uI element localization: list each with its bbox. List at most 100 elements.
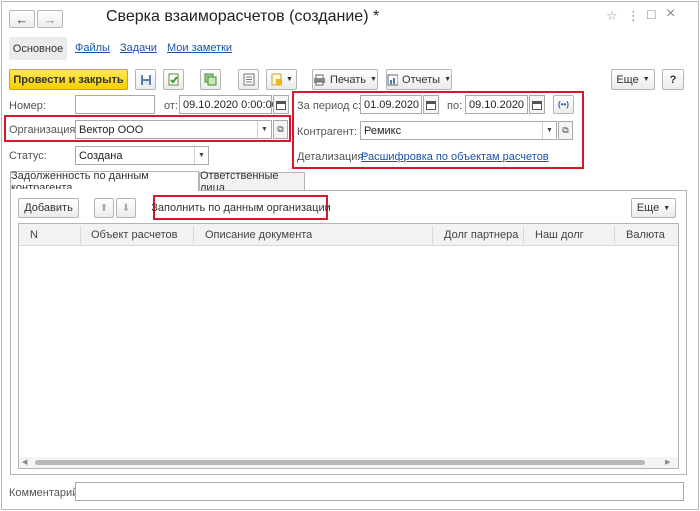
detail-label: Детализация:	[297, 151, 367, 163]
chevron-down-icon[interactable]: ▼	[542, 122, 556, 139]
number-field[interactable]	[75, 95, 155, 114]
arrow-left-icon: ←	[15, 11, 29, 27]
period-from-field[interactable]: 01.09.2020	[360, 95, 422, 114]
table-more-label: Еще	[636, 202, 660, 214]
add-button[interactable]: Добавить	[18, 198, 79, 218]
period-from-calendar-button[interactable]	[423, 95, 439, 114]
nav-tab-notes[interactable]: Мои заметки	[167, 42, 232, 54]
journal-button[interactable]	[238, 69, 259, 90]
scroll-left-icon[interactable]: ◀	[22, 458, 27, 466]
date-field[interactable]: 09.10.2020 0:00:00	[179, 95, 278, 114]
period-from-label: За период с:	[297, 100, 362, 112]
tab-responsible-persons[interactable]: Ответственные лица	[199, 170, 305, 194]
column-separator	[193, 226, 194, 244]
period-to-label: по:	[447, 100, 463, 112]
column-header-n[interactable]: N	[30, 224, 38, 246]
column-separator	[432, 226, 433, 244]
status-field[interactable]: Создана ▼	[75, 146, 209, 165]
journal-icon	[243, 73, 254, 86]
counterparty-value: Ремикс	[364, 124, 402, 137]
calendar-icon	[426, 100, 436, 110]
calendar-icon	[532, 100, 542, 110]
counterparty-field[interactable]: Ремикс ▼	[360, 121, 557, 140]
arrow-right-icon: →	[43, 11, 57, 27]
create-based-icon	[204, 73, 217, 86]
report-icon	[387, 74, 399, 85]
nav-tab-main[interactable]: Основное	[9, 37, 67, 60]
detail-link[interactable]: Расшифровка по объектам расчетов	[361, 151, 549, 163]
nav-tab-files[interactable]: Файлы	[75, 42, 110, 54]
more-dots-icon[interactable]: ⋮	[627, 8, 640, 24]
status-value: Создана	[79, 149, 123, 162]
calendar-icon	[276, 100, 286, 110]
column-separator	[80, 226, 81, 244]
maximize-icon[interactable]: □	[647, 6, 655, 22]
chevron-down-icon[interactable]: ▼	[194, 147, 208, 164]
chevron-down-icon: ▼	[663, 204, 671, 212]
date-label: от:	[164, 100, 178, 112]
chevron-down-icon: ▼	[370, 76, 377, 83]
calendar-button[interactable]	[273, 95, 289, 114]
page-title: Сверка взаиморасчетов (создание) *	[106, 8, 380, 25]
tab-join	[11, 189, 198, 192]
post-and-close-button[interactable]: Провести и закрыть	[9, 69, 128, 90]
period-select-button[interactable]: (••)	[553, 95, 574, 114]
attachments-dropdown-button[interactable]: ▼	[266, 69, 297, 90]
column-separator	[614, 226, 615, 244]
open-window-icon: ⧉	[277, 124, 284, 134]
column-header-partner-debt[interactable]: Долг партнера	[444, 224, 518, 246]
column-header-our-debt[interactable]: Наш долг	[535, 224, 584, 246]
comment-field[interactable]	[75, 482, 684, 501]
document-icon	[271, 73, 282, 86]
post-button[interactable]	[163, 69, 184, 90]
post-document-icon	[168, 73, 179, 86]
reports-label: Отчеты	[402, 73, 441, 86]
reports-button[interactable]: Отчеты ▼	[386, 69, 452, 90]
move-up-button[interactable]: ⬆	[94, 198, 114, 218]
forward-button[interactable]: →	[37, 10, 63, 28]
scroll-right-icon[interactable]: ▶	[665, 458, 670, 466]
create-based-on-button[interactable]	[200, 69, 221, 90]
open-window-icon: ⧉	[562, 125, 569, 135]
status-label: Статус:	[9, 150, 47, 162]
number-label: Номер:	[9, 100, 46, 112]
favorite-star-icon[interactable]: ☆	[606, 8, 618, 24]
organization-field[interactable]: Вектор ООО ▼	[75, 120, 272, 139]
help-icon: ?	[669, 73, 677, 86]
organization-value: Вектор ООО	[79, 123, 144, 136]
more-button[interactable]: Еще ▼	[611, 69, 655, 90]
open-counterparty-button[interactable]: ⧉	[558, 121, 573, 140]
close-icon[interactable]: ×	[666, 5, 675, 23]
column-header-description[interactable]: Описание документа	[205, 224, 312, 246]
chevron-down-icon: ▼	[444, 76, 451, 83]
print-button[interactable]: Печать ▼	[312, 69, 378, 90]
move-down-button[interactable]: ⬇	[116, 198, 136, 218]
arrow-up-icon: ⬆	[99, 202, 109, 214]
nav-tab-tasks[interactable]: Задачи	[120, 42, 157, 54]
counterparty-label: Контрагент:	[297, 126, 357, 138]
more-label: Еще	[616, 73, 639, 86]
chevron-down-icon[interactable]: ▼	[257, 121, 271, 138]
period-to-calendar-button[interactable]	[529, 95, 545, 114]
column-separator	[523, 226, 524, 244]
table-more-button[interactable]: Еще ▼	[631, 198, 676, 218]
save-icon	[140, 74, 151, 85]
comment-label: Комментарий:	[9, 487, 82, 499]
printer-icon	[314, 74, 325, 85]
print-label: Печать	[330, 73, 367, 86]
tab-debt-by-counterparty[interactable]: Задолженность по данным контрагента	[10, 170, 199, 194]
open-organization-button[interactable]: ⧉	[273, 120, 288, 139]
fill-by-organization-button[interactable]: Заполнить по данным организации	[151, 198, 331, 217]
table[interactable]	[18, 223, 679, 469]
arrow-down-icon: ⬇	[121, 202, 131, 214]
column-header-currency[interactable]: Валюта	[626, 224, 665, 246]
period-to-field[interactable]: 09.10.2020	[465, 95, 528, 114]
column-header-object[interactable]: Объект расчетов	[91, 224, 178, 246]
scrollbar-thumb[interactable]	[35, 460, 645, 465]
help-button[interactable]: ?	[662, 69, 684, 90]
save-button[interactable]	[135, 69, 156, 90]
chevron-down-icon: ▼	[642, 76, 650, 83]
back-button[interactable]: ←	[9, 10, 35, 28]
chevron-down-icon: ▼	[286, 76, 293, 83]
organization-label: Организация:	[9, 124, 79, 136]
